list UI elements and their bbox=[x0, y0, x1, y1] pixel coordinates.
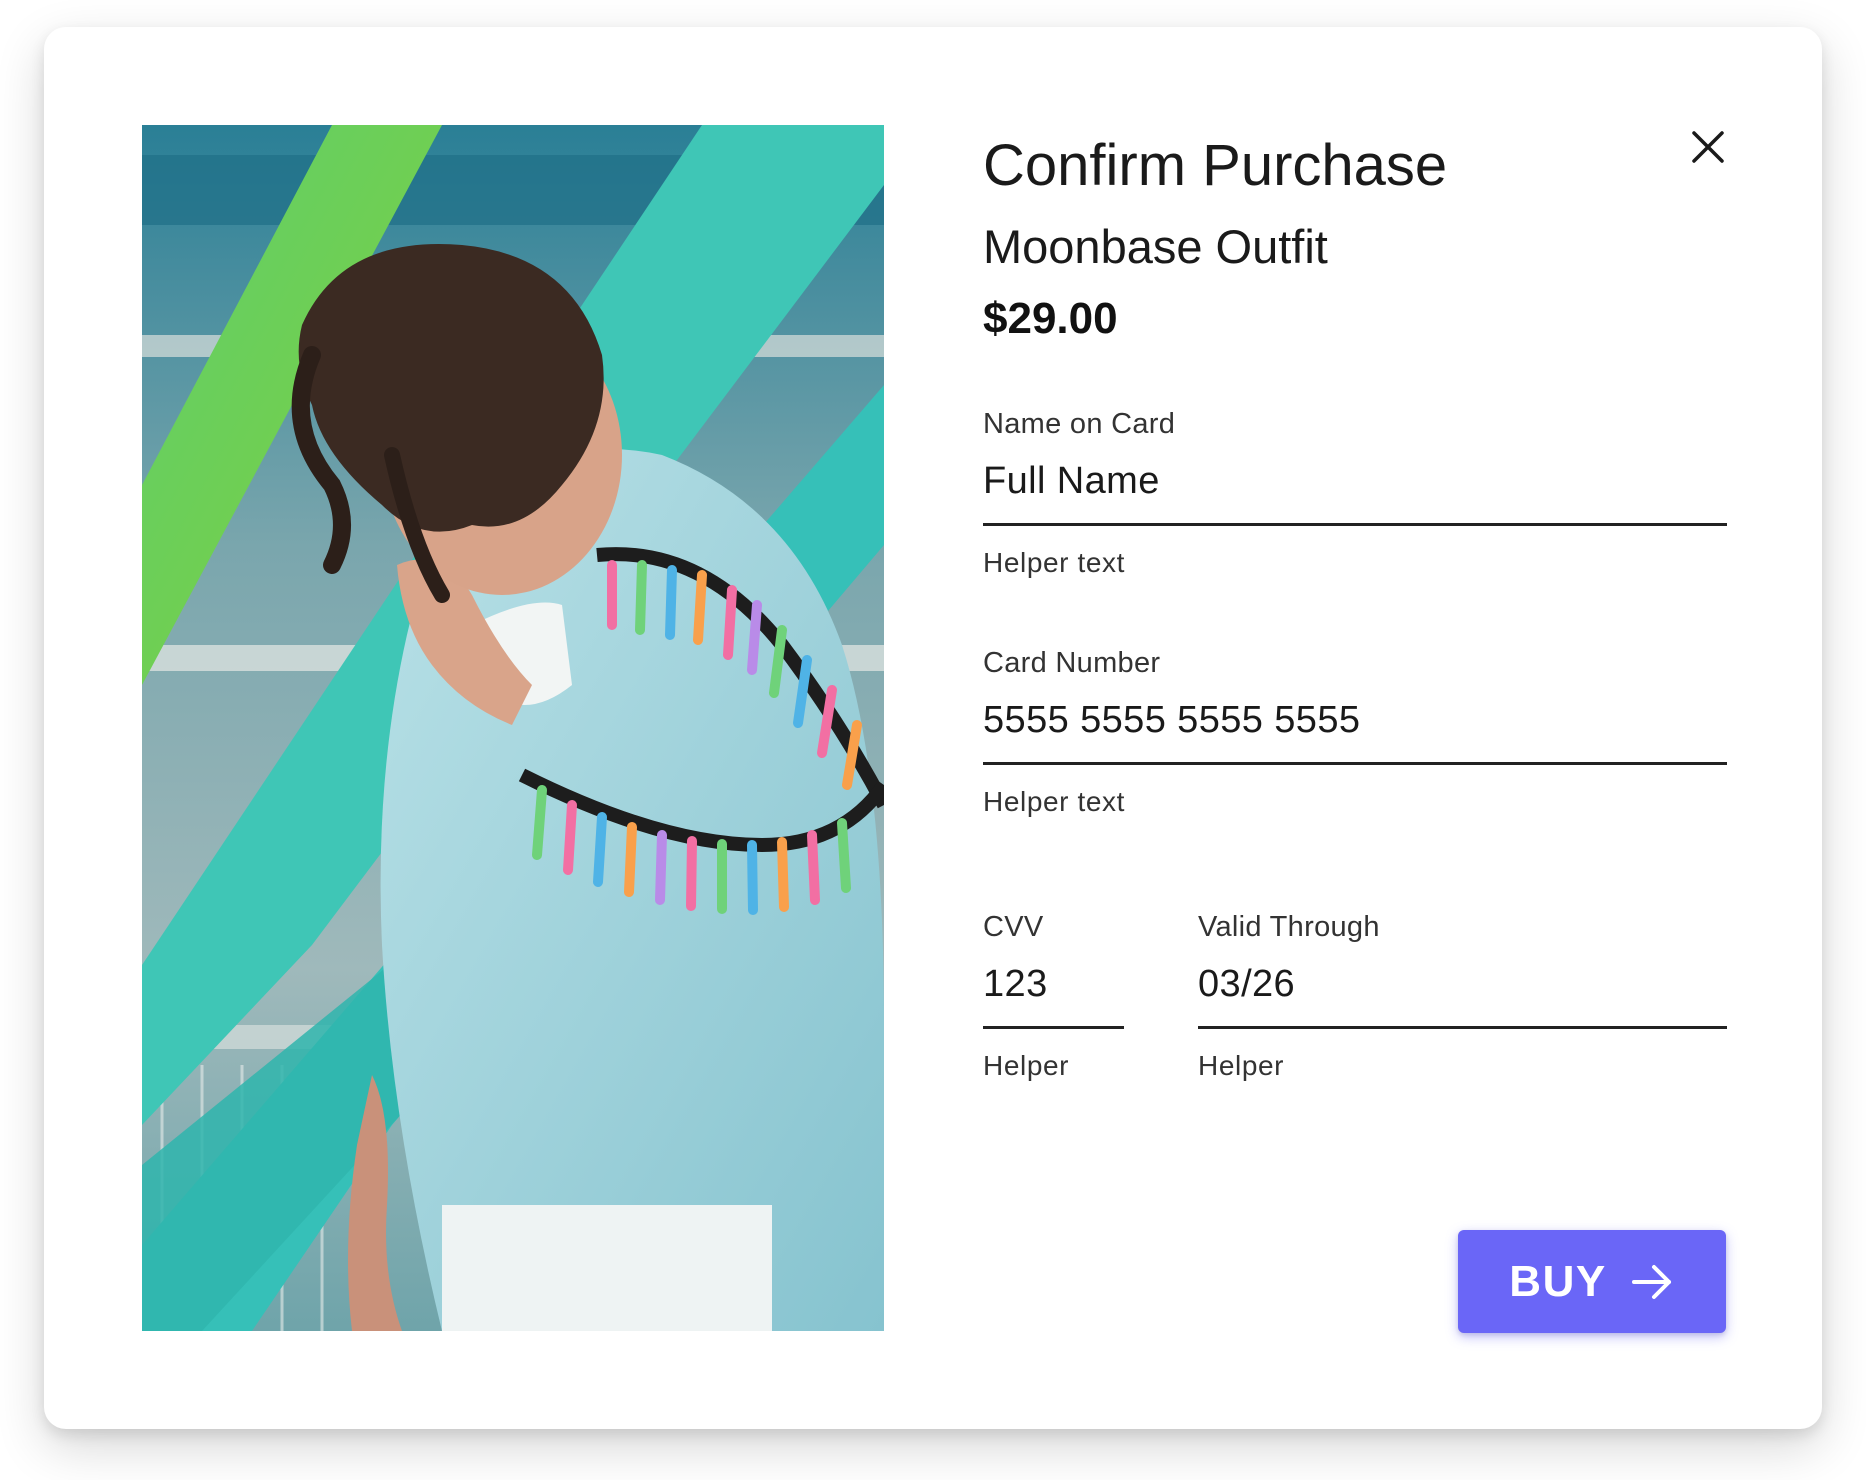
cvv-helper: Helper bbox=[983, 1049, 1070, 1081]
valid-through-field: Valid Through Helper bbox=[1198, 910, 1727, 1082]
name-on-card-helper: Helper text bbox=[983, 546, 1125, 578]
product-photo bbox=[142, 125, 884, 1331]
name-on-card-label: Name on Card bbox=[983, 408, 1176, 440]
dialog-title: Confirm Purchase bbox=[983, 133, 1448, 198]
valid-through-helper: Helper bbox=[1198, 1049, 1285, 1081]
cvv-label: CVV bbox=[983, 911, 1044, 943]
card-number-input[interactable] bbox=[983, 684, 1727, 765]
cvv-field: CVV Helper bbox=[983, 910, 1124, 1082]
product-name: Moonbase Outfit bbox=[983, 220, 1328, 273]
valid-through-label: Valid Through bbox=[1198, 911, 1380, 943]
arrow-right-icon bbox=[1629, 1259, 1675, 1305]
close-button[interactable] bbox=[1684, 123, 1732, 171]
card-number-helper: Helper text bbox=[983, 785, 1125, 817]
buy-button-label: BUY bbox=[1509, 1256, 1607, 1306]
card-number-label: Card Number bbox=[983, 647, 1161, 679]
product-photo-illustration bbox=[142, 125, 884, 1331]
cvv-input[interactable] bbox=[983, 948, 1124, 1029]
valid-through-input[interactable] bbox=[1198, 948, 1727, 1029]
product-price: $29.00 bbox=[983, 294, 1118, 343]
card-number-field: Card Number Helper text bbox=[983, 646, 1727, 818]
purchase-dialog: Confirm Purchase Moonbase Outfit $29.00 … bbox=[44, 27, 1822, 1429]
name-on-card-input[interactable] bbox=[983, 445, 1727, 526]
page: Confirm Purchase Moonbase Outfit $29.00 … bbox=[0, 0, 1866, 1480]
close-icon bbox=[1692, 131, 1724, 163]
buy-button[interactable]: BUY bbox=[1458, 1230, 1726, 1333]
name-on-card-field: Name on Card Helper text bbox=[983, 407, 1727, 579]
